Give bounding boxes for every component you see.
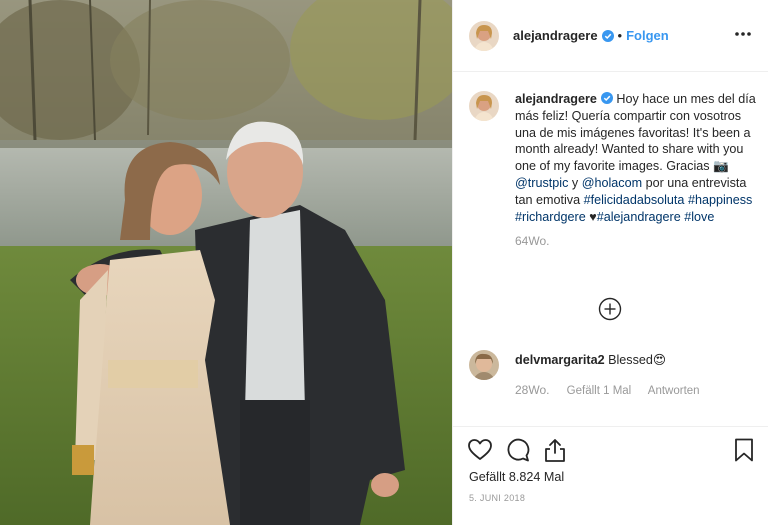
- bookmark-icon[interactable]: [731, 437, 757, 463]
- heart-eyes-icon: 😍: [652, 353, 667, 367]
- mention-holacom[interactable]: @holacom: [582, 176, 642, 190]
- post-actions: Gefällt 8.824 Mal 5. JUNI 2018: [453, 426, 768, 525]
- comment-bubble-icon[interactable]: [505, 437, 531, 463]
- share-arrow-icon[interactable]: [542, 437, 568, 463]
- separator-dot: •: [617, 28, 623, 43]
- post-header: alejandragere • Folgen: [453, 0, 768, 72]
- avatar-image: [469, 350, 499, 380]
- caption-avatar[interactable]: [469, 91, 499, 121]
- post-side-panel: alejandragere • Folgen alejandragere Hoy…: [452, 0, 768, 525]
- header-username[interactable]: alejandragere: [513, 28, 598, 43]
- comment-age: 28Wo.: [515, 382, 550, 397]
- comment-likes[interactable]: Gefällt 1 Mal: [567, 385, 632, 397]
- comment-text-line: delvmargarita2 Blessed😍: [515, 352, 714, 369]
- plus-circle-icon[interactable]: [598, 297, 622, 321]
- follow-button[interactable]: Folgen: [626, 28, 669, 43]
- comment-item: delvmargarita2 Blessed😍 28Wo. Gefällt 1 …: [469, 350, 759, 400]
- hashtag-alejandragere[interactable]: #alejandragere: [597, 210, 681, 224]
- profile-avatar[interactable]: [469, 20, 499, 51]
- heart-outline-icon[interactable]: [467, 437, 493, 463]
- hashtag-love[interactable]: #love: [684, 210, 714, 224]
- comments-section[interactable]: alejandragere Hoy hace un mes del día má…: [453, 73, 768, 425]
- avatar-image: [469, 20, 499, 51]
- more-options-icon[interactable]: [733, 24, 753, 44]
- heart-icon: ♥: [589, 209, 597, 224]
- verified-badge-icon: [601, 29, 614, 42]
- post-date: 5. JUNI 2018: [469, 493, 526, 503]
- caption-age: 64Wo.: [515, 234, 550, 249]
- commenter-username[interactable]: delvmargarita2: [515, 353, 605, 367]
- comment-meta: 28Wo. Gefällt 1 Mal Antworten: [515, 382, 714, 400]
- verified-badge-icon: [600, 92, 613, 104]
- comment-body: delvmargarita2 Blessed😍 28Wo. Gefällt 1 …: [515, 352, 714, 400]
- hashtag-richardgere[interactable]: #richardgere: [515, 210, 586, 224]
- caption-username[interactable]: alejandragere: [515, 92, 597, 106]
- post-caption: alejandragere Hoy hace un mes del día má…: [469, 91, 759, 250]
- couple-photo: [0, 0, 452, 525]
- post-photo[interactable]: [0, 0, 452, 525]
- caption-text: alejandragere Hoy hace un mes del día má…: [515, 91, 759, 225]
- hashtag-happiness[interactable]: #happiness: [688, 193, 752, 207]
- comment-text: Blessed: [608, 353, 653, 367]
- reply-button[interactable]: Antworten: [648, 385, 700, 397]
- mention-trustpic[interactable]: @trustpic: [515, 176, 568, 190]
- camera-icon: 📷: [713, 159, 729, 174]
- hashtag-felicidadabsoluta[interactable]: #felicidadabsoluta: [584, 193, 685, 207]
- caption-conjunction: y: [568, 175, 582, 190]
- caption-body: alejandragere Hoy hace un mes del día má…: [515, 91, 759, 250]
- commenter-avatar[interactable]: [469, 350, 499, 380]
- likes-count[interactable]: Gefällt 8.824 Mal: [469, 470, 564, 484]
- avatar-image: [469, 91, 499, 121]
